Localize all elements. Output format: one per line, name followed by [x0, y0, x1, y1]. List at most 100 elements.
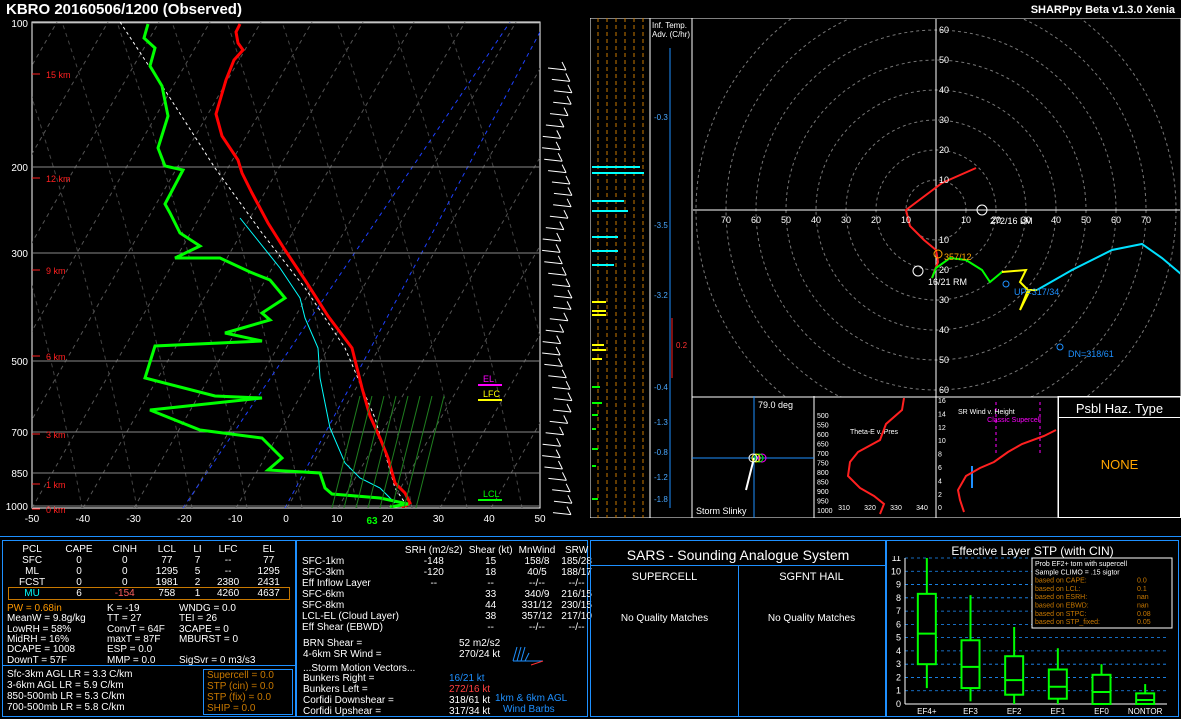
kinematics-cell: -- [430, 578, 438, 589]
stp-y-tick: 0 [896, 699, 901, 709]
hodo-ring-label: 30 [939, 115, 949, 125]
stp-legend-label: Prob EF2+ torn with supercell [1035, 561, 1127, 568]
hodo-dn-marker [1056, 343, 1064, 351]
parcel-table-row[interactable]: MU 6 -154 758 1 4260 4637 [8, 587, 290, 600]
kinematics-cell: 38 [485, 611, 497, 622]
storm-vector-value: 16/21 kt [449, 673, 485, 684]
hodo-ring-label: 60 [1111, 215, 1121, 225]
temperature-label: -40 [76, 514, 91, 525]
thetae-theta-label: 340 [916, 505, 928, 512]
kinematics-cell [402, 600, 466, 611]
hodo-trace-9-12km [1036, 242, 1180, 291]
parcel-table-cell: SFC [22, 555, 43, 566]
kinematics-row[interactable]: Eff Inflow Layer -- -- --/-- --/-- [299, 578, 595, 589]
kinematics-row[interactable]: SFC-3km -120 18 40/5 188/17 [299, 567, 595, 578]
stp-y-tick: 2 [896, 672, 901, 682]
agl-wind-barb-icon [512, 646, 544, 666]
composite-index: Supercell = 0.0 [207, 670, 274, 681]
parcel-table-cell: 1295 [155, 566, 179, 577]
hodo-dn-label: DN=318/61 [1068, 349, 1114, 359]
stp-legend: Prob EF2+ torn with supercellSample CLIM… [1031, 557, 1173, 629]
lapse-rate: 850-500mb LR = 5.3 C/km [7, 691, 125, 702]
thetae-title: Theta-E v. Pres [850, 429, 899, 436]
hodo-rm-marker [912, 265, 924, 277]
srwind-title: SR Wind v. Height [958, 409, 1015, 416]
stp-box-chart: 11109876543210EF4+ EF3 EF2 EF1 EF0 NONTORProb… [891, 556, 1173, 716]
brn-label: BRN Shear = [303, 638, 363, 649]
advection-value: 0.2 [676, 341, 688, 350]
stp-box [1091, 664, 1112, 706]
lapse-rate: Sfc-3km AGL LR = 3.3 C/km [7, 669, 133, 680]
composite-index: STP (cin) = 0.0 [207, 681, 274, 692]
parcel-table-cell: 77 [161, 555, 173, 566]
parcel-table-header: PCL [22, 544, 42, 555]
hodo-ring-label: 40 [811, 215, 821, 225]
advection-value: -0.3 [654, 113, 668, 122]
parcel-table-row[interactable]: FCST 0 0 1981 2 2380 2431 [9, 577, 289, 588]
temperature-label: 10 [331, 514, 343, 525]
srwind-height-label: 6 [938, 465, 942, 472]
hodo-mean-label: 357/12 [944, 252, 972, 262]
parcel-table-cell: 758 [158, 588, 176, 599]
stp-y-tick: 7 [896, 606, 901, 616]
sars-hail-result: No Quality Matches [767, 613, 856, 624]
stp-category-label: NONTOR [1128, 707, 1163, 716]
parcel-table-cell: 1981 [155, 577, 179, 588]
parcel-table-cell: ML [25, 566, 40, 577]
kinematics-row[interactable]: Eff Shear (EBWD) -- --/-- --/-- [299, 622, 595, 633]
thetae-pres-label: 500 [817, 413, 829, 420]
hodo-up-marker [1002, 280, 1010, 288]
skewt-diagram[interactable]: 100 200 300 500 700 850 1000-50 -40 -30 -20 -10 0 10… [0, 18, 595, 536]
storm-vector-value: 272/16 kt [449, 684, 491, 695]
hodograph[interactable]: 60 50 40 30 20 10 10 20 30 40 50 60 70 60 50 40 30 20 10 10… [692, 18, 1181, 398]
parcel-table-row[interactable]: SFC 0 0 77 7 -- 77 [9, 555, 289, 566]
parcel-level-label: LCL [483, 489, 500, 499]
hodo-ring-label: 10 [939, 175, 949, 185]
temperature-label: 40 [484, 514, 496, 525]
parcel-table-cell: FCST [19, 577, 46, 588]
srwind-height-label: 2 [938, 492, 942, 499]
parcel-table-cell: -- [224, 566, 232, 577]
hodo-ring-label: 70 [721, 215, 731, 225]
kinematics-cell: --/-- [528, 622, 545, 633]
stp-legend-value: nan [1137, 594, 1149, 601]
storm-vector-label: Bunkers Left = [303, 684, 368, 695]
thetae-pres-label: 850 [817, 480, 829, 487]
kinematics-row[interactable]: LCL-EL (Cloud Layer) 38 357/12 217/10 [299, 611, 595, 622]
parcel-table-cell: 2431 [257, 577, 280, 588]
wind46-value: 270/24 kt [459, 649, 501, 660]
sr-wind-panel: 16 14 12 10 8 6 4 2 0 SR Wind v. HeightClassic Su… [936, 396, 1058, 518]
height-label: 0 km [46, 505, 66, 515]
pressure-label: 700 [11, 428, 28, 439]
hodo-ring-label: 60 [939, 25, 949, 35]
parcel-table-cell: 2 [194, 577, 201, 588]
kinematics-cell: -120 [423, 567, 444, 578]
stp-y-tick: 11 [892, 556, 901, 563]
kinematics-row[interactable]: SFC-8km 44 331/12 230/15 [299, 600, 595, 611]
inferred-temp-advection-panel: Inf. Temp.Adv. (C/hr) -0.3 -3.5 -3.2 0.2 -0.4… [590, 18, 692, 518]
parcel-level-label: EL [483, 374, 494, 384]
parcel-table-row[interactable]: ML 0 0 1295 5 -- 1295 [9, 566, 289, 577]
lapse-rate: 700-500mb LR = 5.8 C/km [7, 702, 125, 713]
stp-y-tick: 10 [891, 566, 901, 576]
pressure-label: 500 [11, 357, 28, 368]
thetae-theta-label: 320 [864, 505, 876, 512]
wind46-label: 4-6km SR Wind = [303, 649, 382, 660]
stp-legend-value: 0.05 [1137, 619, 1151, 626]
stp-box [1047, 648, 1068, 704]
stp-y-tick: 1 [896, 686, 901, 696]
kinematics-row[interactable]: SFC-1km -148 15 158/8 185/28 [299, 556, 595, 567]
kinematics-cell: Eff Shear (EBWD) [302, 622, 383, 633]
srwind-height-label: 10 [938, 438, 946, 445]
kinematics-header [299, 545, 402, 556]
sars-supercell-heading: SUPERCELL [631, 571, 698, 583]
parcel-table-cell: 1 [194, 588, 201, 599]
hodo-ring-label: 10 [901, 215, 911, 225]
thermo-index: SigSvr = 0 m3/s3 [179, 654, 256, 666]
theta-e-panel: 500 550 600 650 700 750 800 850 900 950 1000 310 320… [814, 396, 936, 518]
slinky-label: Storm Slinky [696, 506, 747, 516]
hazard-title: Psbl Haz. Type [1075, 401, 1164, 416]
pressure-label: 300 [11, 249, 28, 260]
thetae-pres-label: 750 [817, 461, 829, 468]
kinematics-row[interactable]: SFC-6km 33 340/9 216/15 [299, 589, 595, 600]
